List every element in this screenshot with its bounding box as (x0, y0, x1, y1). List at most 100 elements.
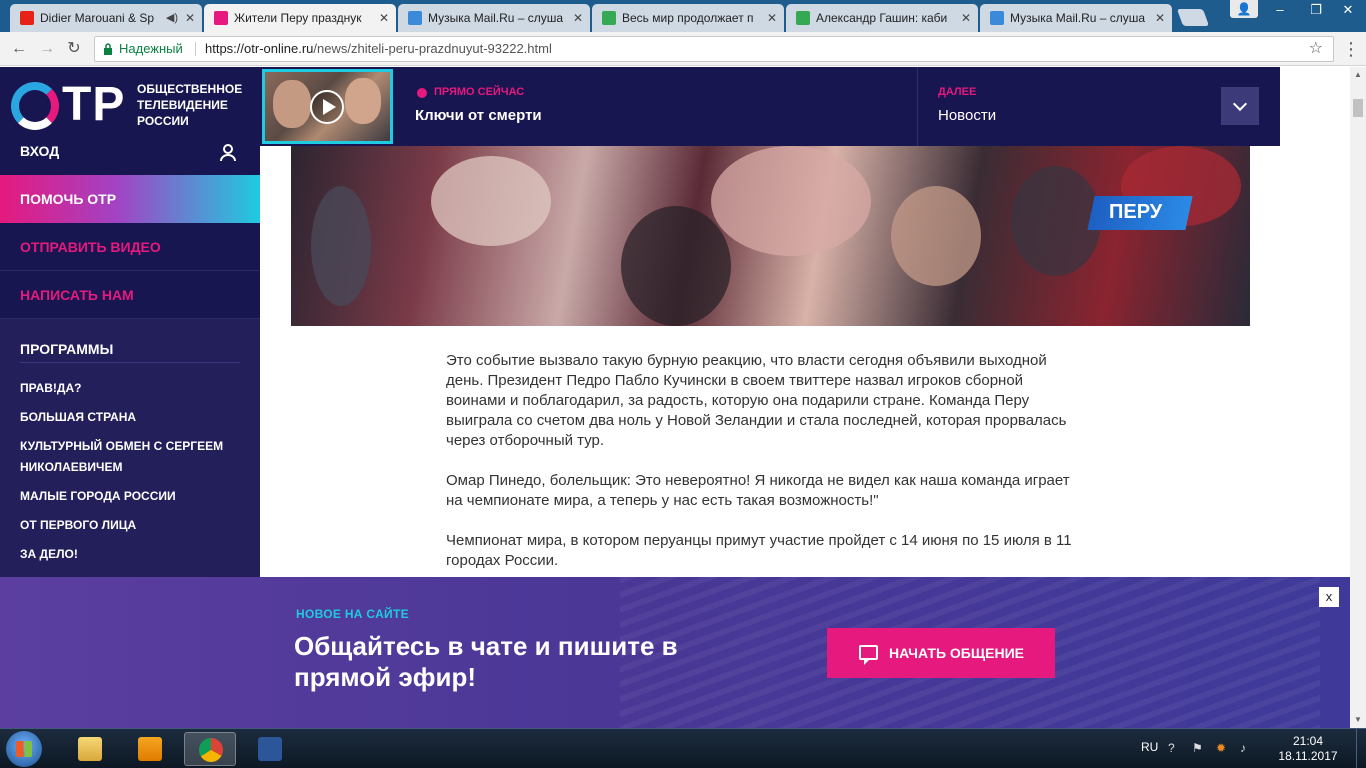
article-paragraph: Омар Пинедо, болельщик: Это невероятно! … (446, 472, 1070, 509)
program-link[interactable]: ЗА ДЕЛО! (20, 544, 240, 565)
tab-title: Весь мир продолжает п (622, 11, 754, 25)
back-icon[interactable]: ← (8, 38, 30, 60)
browser-tab-active[interactable]: Жители Перу празднук ✕ (204, 4, 396, 32)
web-page: ТР ОБЩЕСТВЕННОЕ ТЕЛЕВИДЕНИЕ РОССИИ ВХОД … (0, 67, 1350, 728)
otr-logo-letters[interactable]: ТР (62, 77, 125, 133)
promo-title: Общайтесь в чате и пишите в прямой эфир! (294, 631, 678, 692)
write-us-link[interactable]: НАПИСАТЬ НАМ (0, 271, 260, 319)
live-now-title[interactable]: Ключи от смерти (415, 107, 542, 124)
restore-icon[interactable]: ❐ (1298, 0, 1334, 20)
close-tab-icon[interactable]: ✕ (379, 4, 389, 32)
flag-icon[interactable]: ⚑ (1192, 741, 1206, 755)
play-icon[interactable] (310, 90, 344, 124)
close-tab-icon[interactable]: ✕ (573, 4, 583, 32)
forward-icon[interactable]: → (36, 38, 58, 60)
system-clock[interactable]: 21:04 18.11.2017 (1278, 734, 1338, 764)
taskbar-chrome[interactable] (184, 732, 236, 766)
close-promo-button[interactable]: x (1319, 587, 1339, 607)
lock-icon (104, 43, 112, 55)
tab-title: Александр Гашин: каби (816, 11, 948, 25)
help-otr-button[interactable]: ПОМОЧЬ ОТР (0, 175, 260, 223)
photo-shape (311, 186, 371, 306)
reload-icon[interactable]: ↻ (63, 38, 85, 60)
article-paragraph: Это событие вызвало такую бурную реакцию… (446, 352, 1067, 449)
page-scrollbar[interactable] (1350, 67, 1366, 728)
browser-tab[interactable]: Музыка Mail.Ru – слуша ✕ (980, 4, 1172, 32)
chat-promo-banner: НОВОЕ НА САЙТЕ Общайтесь в чате и пишите… (0, 577, 1350, 728)
program-link[interactable]: КУЛЬТУРНЫЙ ОБМЕН С СЕРГЕЕМ НИКОЛАЕВИЧЕМ (20, 436, 240, 478)
otr-logo-text[interactable]: ОБЩЕСТВЕННОЕ ТЕЛЕВИДЕНИЕ РОССИИ (137, 81, 247, 129)
volume-icon[interactable]: ♪ (1240, 741, 1254, 755)
url-host: https://otr-online.ru (205, 41, 314, 56)
photo-shape (431, 156, 551, 246)
start-chat-label: НАЧАТЬ ОБЩЕНИЕ (889, 645, 1024, 661)
send-video-link[interactable]: ОТПРАВИТЬ ВИДЕО (0, 223, 260, 271)
mailru-music-icon (990, 11, 1004, 25)
live-bar-divider (917, 67, 918, 146)
up-next-title: Новости (938, 107, 997, 124)
address-bar[interactable]: Надежный https://otr-online.ru/news/zhit… (94, 36, 1334, 62)
clock-date: 18.11.2017 (1278, 749, 1338, 763)
taskbar-media-player[interactable] (124, 732, 176, 766)
program-link[interactable]: ОТ ПЕРВОГО ЛИЦА (20, 515, 240, 536)
photo-shape (711, 146, 871, 256)
login-label: ВХОД (20, 143, 60, 159)
sheets-icon (796, 11, 810, 25)
program-link[interactable]: ПРАВ!ДА? (20, 378, 240, 399)
sheets-icon (602, 11, 616, 25)
chrome-icon (199, 738, 223, 762)
close-tab-icon[interactable]: ✕ (1155, 4, 1165, 32)
youtube-icon (20, 11, 34, 25)
folder-icon (78, 737, 102, 761)
peru-caption-text: ПЕРУ (1109, 201, 1163, 223)
keyboard-language[interactable]: RU (1141, 740, 1158, 754)
new-tab-button[interactable] (1176, 9, 1210, 26)
photo-shape (621, 206, 731, 326)
help-otr-label: ПОМОЧЬ ОТР (20, 191, 117, 207)
browser-tab[interactable]: Весь мир продолжает п ✕ (592, 4, 784, 32)
taskbar-explorer[interactable] (64, 732, 116, 766)
tray-help-icon[interactable]: ? (1168, 741, 1182, 755)
url-text: https://otr-online.ru/news/zhiteli-peru-… (205, 37, 552, 61)
schedule-dropdown-button[interactable] (1221, 87, 1259, 125)
profile-icon[interactable]: 👤 (1230, 0, 1258, 18)
browser-tab[interactable]: Didier Marouani & Sp ◀) ✕ (10, 4, 202, 32)
start-button[interactable] (6, 731, 42, 767)
tab-title: Музыка Mail.Ru – слуша (1010, 11, 1146, 25)
browser-menu-icon[interactable]: ⋮ (1342, 38, 1360, 60)
close-window-icon[interactable]: ✕ (1330, 0, 1366, 20)
taskbar-word[interactable] (244, 732, 296, 766)
close-tab-icon[interactable]: ✕ (767, 4, 777, 32)
live-broadcast-bar: ПРЯМО СЕЙЧАС Ключи от смерти ДАЛЕЕ Новос… (260, 67, 1280, 146)
thumbnail-person (273, 80, 311, 128)
article-photo: ПЕРУ (291, 146, 1250, 326)
live-dot-icon (417, 88, 427, 98)
close-tab-icon[interactable]: ✕ (961, 4, 971, 32)
browser-toolbar: ← → ↻ Надежный https://otr-online.ru/new… (0, 32, 1366, 66)
otr-logo-ring[interactable] (11, 82, 59, 130)
login-link[interactable]: ВХОД (0, 137, 260, 171)
start-chat-button[interactable]: НАЧАТЬ ОБЩЕНИЕ (827, 628, 1055, 678)
tab-title: Didier Marouani & Sp (40, 11, 155, 25)
word-icon (258, 737, 282, 761)
minimize-icon[interactable]: – (1262, 0, 1298, 20)
fox-icon[interactable]: ✹ (1216, 741, 1230, 755)
browser-tab[interactable]: Музыка Mail.Ru – слуша ✕ (398, 4, 590, 32)
live-now-label: ПРЯМО СЕЙЧАС (434, 86, 525, 98)
photo-shape (891, 186, 981, 286)
mailru-music-icon (408, 11, 422, 25)
scroll-down-arrow-icon[interactable]: ▼ (1350, 712, 1366, 728)
browser-tab[interactable]: Александр Гашин: каби ✕ (786, 4, 978, 32)
user-icon (220, 144, 236, 162)
program-link[interactable]: МАЛЫЕ ГОРОДА РОССИИ (20, 486, 240, 507)
show-desktop-button[interactable] (1356, 729, 1366, 768)
bookmark-star-icon[interactable]: ☆ (1309, 37, 1323, 61)
scrollbar-thumb[interactable] (1353, 99, 1363, 117)
promo-kicker: НОВОЕ НА САЙТЕ (296, 607, 409, 621)
close-tab-icon[interactable]: ✕ (185, 4, 195, 32)
speaker-icon[interactable]: ◀) (166, 4, 178, 32)
scroll-up-arrow-icon[interactable]: ▲ (1350, 67, 1366, 83)
program-link[interactable]: БОЛЬШАЯ СТРАНА (20, 407, 240, 428)
live-video-thumbnail[interactable] (262, 69, 393, 144)
chat-bubble-icon (859, 645, 878, 665)
